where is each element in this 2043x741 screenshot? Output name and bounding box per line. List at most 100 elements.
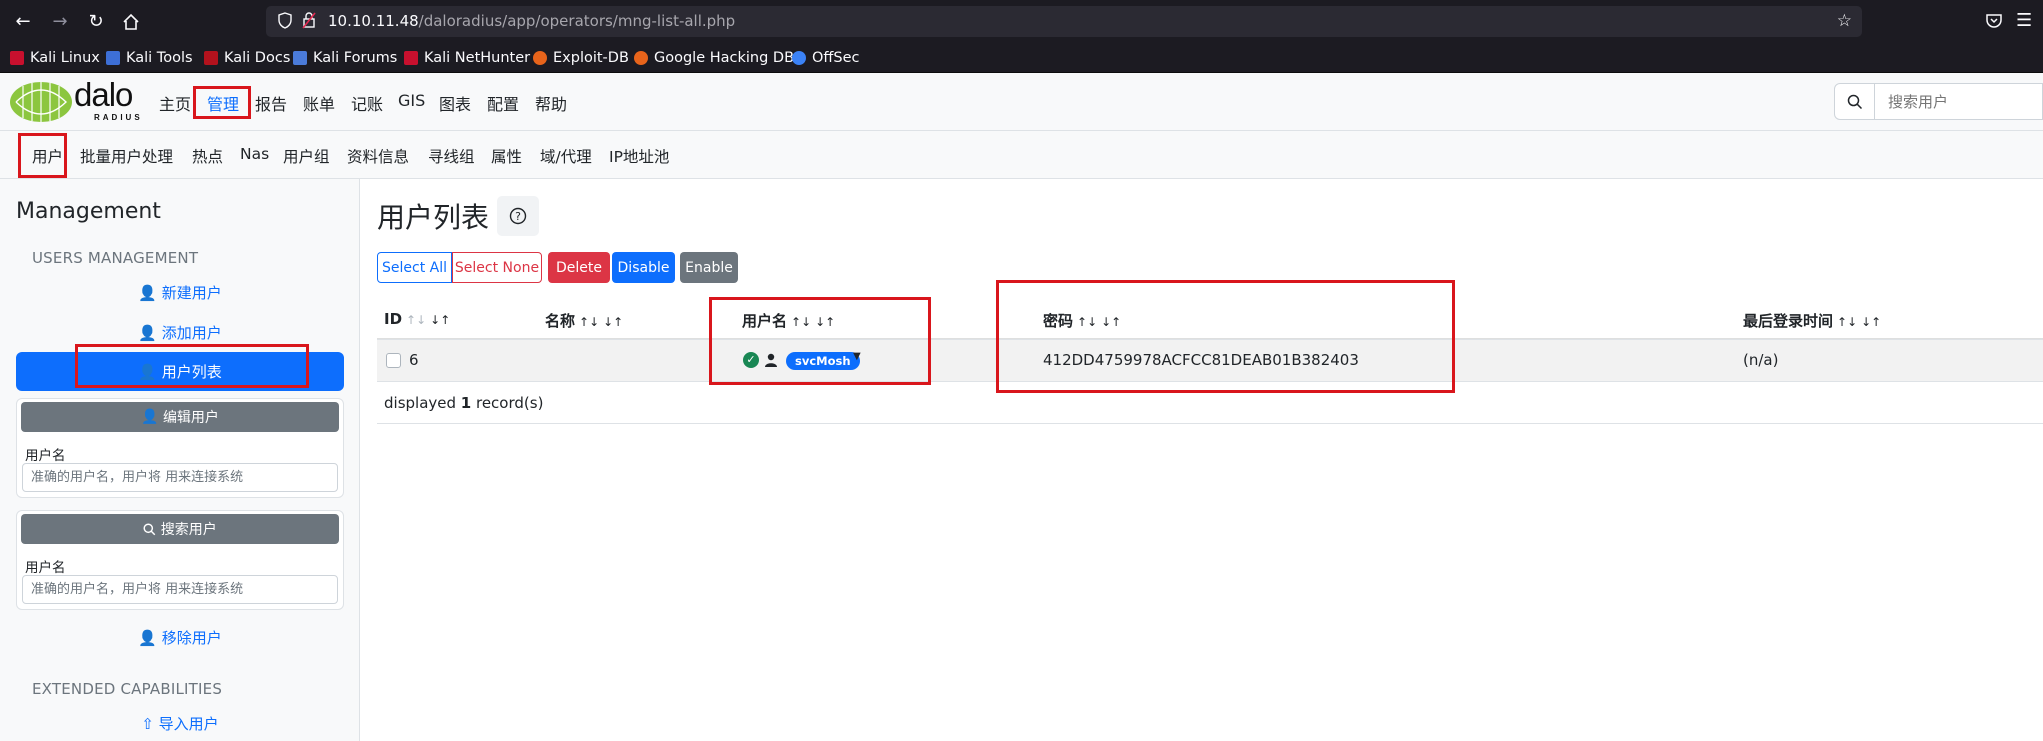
search-icon[interactable] — [1835, 84, 1875, 119]
row-checkbox[interactable] — [386, 353, 401, 368]
search-input[interactable] — [1876, 84, 2043, 119]
username-label: 用户名 — [25, 560, 66, 576]
subnav-hunt-groups[interactable]: 寻线组 — [428, 145, 475, 167]
edit-user-button[interactable]: 👤 编辑用户 — [21, 402, 339, 432]
annotation-box — [18, 133, 67, 178]
offsec-icon — [792, 51, 806, 65]
sort-asc-icon[interactable]: ↑↓ — [1837, 315, 1857, 329]
column-label: 最后登录时间 — [1743, 312, 1834, 330]
subnav-batch-users[interactable]: 批量用户处理 — [80, 145, 173, 167]
bookmark-exploit-db[interactable]: Exploit-DB — [533, 48, 629, 68]
nav-graphs[interactable]: 图表 — [439, 91, 471, 115]
upload-icon: ⇧ — [141, 715, 154, 733]
browser-toolbar: ← → ↻ 10.10.11.48/daloradius/app/operato… — [0, 0, 2043, 43]
column-id[interactable]: ID ↑↓ ↓↑ — [384, 310, 450, 328]
select-none-button[interactable]: Select None — [452, 252, 542, 283]
column-label: ID — [384, 310, 403, 328]
sidebar-add-user[interactable]: 👤 添加用户 — [16, 322, 344, 343]
edit-user-card: 👤 编辑用户 用户名 准确的用户名，用户将 用来连接系统 — [16, 398, 344, 498]
help-icon: ? — [509, 207, 527, 225]
search-user-card: 搜索用户 用户名 准确的用户名，用户将 用来连接系统 — [16, 510, 344, 610]
bookmark-label: Kali Linux — [30, 50, 100, 66]
search-user-button[interactable]: 搜索用户 — [21, 514, 339, 544]
hamburger-menu-icon[interactable]: ☰ — [2016, 10, 2032, 31]
bookmark-label: Kali NetHunter — [424, 50, 531, 66]
nav-gis[interactable]: GIS — [398, 91, 425, 110]
reload-icon[interactable]: ↻ — [84, 10, 108, 34]
bookmark-offsec[interactable]: OffSec — [792, 48, 860, 68]
nav-reports[interactable]: 报告 — [255, 91, 287, 115]
enable-button[interactable]: Enable — [680, 252, 738, 283]
bookmark-label: Exploit-DB — [553, 50, 629, 66]
disable-button[interactable]: Disable — [612, 252, 675, 283]
nav-help[interactable]: 帮助 — [535, 91, 567, 115]
column-last-login[interactable]: 最后登录时间 ↑↓ ↓↑ — [1743, 310, 1881, 331]
shield-icon[interactable] — [278, 12, 294, 30]
search-group — [1834, 83, 2043, 120]
help-button[interactable]: ? — [497, 196, 539, 236]
bookmarks-toolbar: Kali Linux Kali Tools Kali Docs Kali For… — [0, 43, 2043, 73]
sidebar-remove-user[interactable]: 👤 移除用户 — [16, 627, 344, 648]
sort-desc-icon[interactable]: ↓↑ — [430, 313, 450, 327]
bookmark-label: Kali Docs — [224, 50, 291, 66]
sort-desc-icon[interactable]: ↓↑ — [1861, 315, 1881, 329]
nav-accounting[interactable]: 记账 — [351, 91, 383, 115]
app-navbar: dalo RADIUS 主页 管理 报告 账单 记账 GIS 图表 配置 帮助 — [0, 73, 2043, 131]
sort-asc-icon[interactable]: ↑↓ — [579, 315, 599, 329]
insecure-lock-icon[interactable] — [302, 12, 318, 30]
ghdb-icon — [634, 51, 648, 65]
subnav-hotspots[interactable]: 热点 — [192, 145, 223, 167]
bookmark-star-icon[interactable]: ☆ — [1837, 11, 1852, 31]
page-title: 用户列表 — [377, 201, 490, 234]
bookmark-kali-linux[interactable]: Kali Linux — [10, 48, 100, 68]
daloradius-logo[interactable]: dalo RADIUS — [8, 76, 148, 124]
records-suffix: record(s) — [471, 394, 544, 412]
records-prefix: displayed — [384, 394, 461, 412]
search-username-field[interactable]: 准确的用户名，用户将 用来连接系统 — [22, 575, 338, 604]
url-host: 10.10.11.48 — [328, 12, 419, 30]
user-plus-icon: 👤 — [138, 284, 157, 302]
back-icon[interactable]: ← — [11, 10, 35, 34]
subnav-ip-pools[interactable]: IP地址池 — [609, 145, 669, 167]
button-label: 搜索用户 — [160, 522, 217, 538]
delete-button[interactable]: Delete — [548, 252, 610, 283]
subnav-profiles[interactable]: 资料信息 — [347, 145, 409, 167]
sidebar-title: Management — [16, 199, 161, 224]
column-name[interactable]: 名称 ↑↓ ↓↑ — [545, 310, 623, 331]
bookmark-kali-nethunter[interactable]: Kali NetHunter — [404, 48, 530, 68]
subnav-user-groups[interactable]: 用户组 — [283, 145, 330, 167]
sort-asc-icon[interactable]: ↑↓ — [406, 313, 426, 327]
bookmark-google-hacking-db[interactable]: Google Hacking DB — [634, 48, 794, 68]
nav-billing[interactable]: 账单 — [303, 91, 335, 115]
subnav-attributes[interactable]: 属性 — [491, 145, 522, 167]
bookmark-kali-tools[interactable]: Kali Tools — [106, 48, 193, 68]
kali-tools-icon — [106, 51, 120, 65]
sort-desc-icon[interactable]: ↓↑ — [603, 315, 623, 329]
user-plus-icon: 👤 — [138, 324, 157, 342]
subnav-nas[interactable]: Nas — [240, 145, 269, 163]
sidebar-import-users[interactable]: ⇧ 导入用户 — [16, 713, 344, 734]
kali-forums-icon — [293, 51, 307, 65]
nav-home[interactable]: 主页 — [159, 91, 191, 115]
svg-text:?: ? — [515, 210, 521, 223]
sidebar-link-label: 新建用户 — [161, 284, 222, 302]
home-icon[interactable] — [119, 10, 143, 34]
sidebar-section-users: USERS MANAGEMENT — [32, 249, 199, 267]
subnav-realms-proxies[interactable]: 域/代理 — [540, 145, 592, 167]
bookmark-label: Google Hacking DB — [654, 50, 795, 66]
edit-username-field[interactable]: 准确的用户名，用户将 用来连接系统 — [22, 463, 338, 492]
bookmark-kali-forums[interactable]: Kali Forums — [293, 48, 397, 68]
forward-icon[interactable]: → — [48, 10, 72, 34]
sidebar-new-user[interactable]: 👤 新建用户 — [16, 282, 344, 303]
select-all-button[interactable]: Select All — [377, 252, 452, 283]
annotation-box — [996, 280, 1455, 393]
pocket-icon[interactable] — [1985, 12, 2005, 32]
user-edit-icon: 👤 — [141, 409, 159, 425]
url-text[interactable]: 10.10.11.48/daloradius/app/operators/mng… — [328, 12, 735, 30]
url-path: /daloradius/app/operators/mng-list-all.p… — [418, 12, 736, 30]
bookmark-kali-docs[interactable]: Kali Docs — [204, 48, 290, 68]
url-bar[interactable]: 10.10.11.48/daloradius/app/operators/mng… — [266, 6, 1862, 37]
nav-config[interactable]: 配置 — [487, 91, 519, 115]
annotation-box — [709, 297, 931, 385]
sidebar-link-label: 添加用户 — [161, 324, 222, 342]
